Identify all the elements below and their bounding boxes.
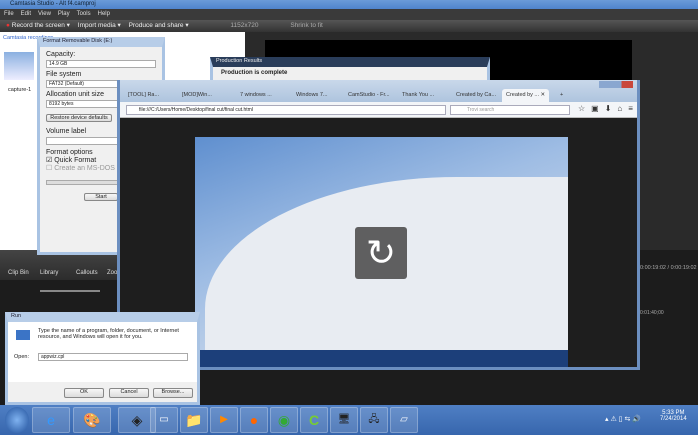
media-player-icon[interactable]: ▶: [210, 407, 238, 433]
capacity-select[interactable]: 14.9 GB: [46, 60, 156, 68]
display-icon[interactable]: 🖥: [330, 407, 358, 433]
menu-bar: File Edit View Play Tools Help: [0, 9, 698, 20]
canvas-size-dropdown[interactable]: 1152x720: [230, 22, 258, 29]
tab-7[interactable]: Created by Ca...: [456, 89, 496, 102]
search-placeholder: Trovi search: [467, 107, 495, 113]
video-frame[interactable]: ↻: [195, 137, 568, 367]
tab-library[interactable]: Library: [40, 270, 58, 276]
production-status: Production is complete: [221, 70, 288, 76]
window-title: Camtasia Studio - Alt f4.camproj: [10, 1, 96, 7]
start-button[interactable]: Start: [84, 193, 118, 201]
taskbar: e 🎨 ◈ ▭ 📁 ▶ ● ◉ C 🖥 🖧 ▱ ▴ ⚠ ▯ ⇆ 🔊 5:33 P…: [0, 405, 698, 435]
replay-icon[interactable]: ↻: [355, 227, 407, 279]
tab-active[interactable]: Created by ... ✕: [502, 89, 550, 102]
tab-5[interactable]: CamStudio - Fr...: [348, 89, 390, 102]
menu-edit[interactable]: Edit: [21, 11, 31, 17]
url-text: file:///C:/Users/Home/Desktop/final cut/…: [139, 107, 253, 113]
video-taskbar: [195, 350, 568, 367]
clock-date: 7/24/2014: [660, 416, 687, 422]
tab-callouts[interactable]: Callouts: [76, 270, 98, 276]
tab-3[interactable]: 7 windows ...: [240, 89, 272, 102]
cancel-button[interactable]: Cancel: [109, 388, 149, 398]
tab-6[interactable]: Thank You ...: [402, 89, 434, 102]
record-icon: ●: [6, 22, 10, 29]
menu-help[interactable]: Help: [98, 11, 110, 17]
url-bar[interactable]: file:///C:/Users/Home/Desktop/final cut/…: [126, 105, 446, 115]
network-icon[interactable]: 🖧: [360, 407, 388, 433]
internet-explorer-icon[interactable]: e: [32, 407, 70, 433]
clip-thumbnail[interactable]: [4, 52, 34, 80]
start-button[interactable]: [5, 407, 29, 433]
tab-strip: [TOOL] Ra... [MOD]Win... 7 windows ... W…: [120, 80, 637, 102]
open-label: Open:: [14, 354, 29, 360]
remote-desktop-icon[interactable]: ▭: [150, 407, 178, 433]
menu-play[interactable]: Play: [58, 11, 70, 17]
open-input[interactable]: appwiz.cpl: [38, 353, 188, 361]
camtasia-titlebar: Camtasia Studio - Alt f4.camproj: [0, 0, 698, 9]
menu-tools[interactable]: Tools: [77, 11, 91, 17]
new-tab-button[interactable]: +: [560, 89, 563, 102]
toolbar: ● Record the screen ▾ Import media ▾ Pro…: [0, 20, 698, 32]
dialog-title: Production Results: [216, 58, 263, 64]
toolbar-icons[interactable]: ☆▣⬇⌂≡: [578, 104, 639, 113]
run-icon: [16, 330, 30, 340]
record-button[interactable]: ● Record the screen ▾: [6, 22, 70, 29]
navigation-bar: file:///C:/Users/Home/Desktop/final cut/…: [120, 102, 637, 118]
produce-share-button[interactable]: Produce and share ▾: [129, 22, 189, 29]
capacity-label: Capacity:: [46, 51, 76, 58]
firefox-icon[interactable]: ●: [240, 407, 268, 433]
dialog-title: Run: [11, 313, 22, 319]
clock[interactable]: 5:33 PM 7/24/2014: [660, 410, 687, 422]
clip-name: capture-1: [8, 87, 32, 93]
tab-label: Created by ...: [506, 92, 540, 98]
zoom-slider[interactable]: [40, 290, 100, 292]
camtasia-icon[interactable]: C: [300, 407, 328, 433]
timeline-marker: 0:01:40;00: [640, 310, 664, 316]
paint-icon[interactable]: 🎨: [73, 407, 111, 433]
quick-format-label: Quick Format: [54, 157, 97, 164]
remote-app-icon[interactable]: ▱: [390, 407, 418, 433]
tab-2[interactable]: [MOD]Win...: [182, 89, 212, 102]
tab-4[interactable]: Windows 7...: [296, 89, 327, 102]
fs-label: File system: [46, 71, 82, 78]
chrome-icon[interactable]: ◉: [270, 407, 298, 433]
ok-button[interactable]: OK: [64, 388, 104, 398]
explorer-icon[interactable]: 📁: [180, 407, 208, 433]
import-media-button[interactable]: Import media ▾: [78, 22, 121, 29]
menu-file[interactable]: File: [4, 11, 14, 17]
menu-view[interactable]: View: [38, 11, 51, 17]
dialog-title: Format Removable Disk (E:): [43, 38, 113, 44]
system-tray[interactable]: ▴ ⚠ ▯ ⇆ 🔊: [605, 415, 641, 423]
browse-button[interactable]: Browse...: [153, 388, 193, 398]
run-description: Type the name of a program, folder, docu…: [38, 328, 179, 340]
restore-defaults-button[interactable]: Restore device defaults: [46, 114, 112, 122]
window-controls[interactable]: [599, 81, 633, 88]
run-dialog: Run Type the name of a program, folder, …: [5, 312, 200, 405]
search-box[interactable]: Trovi search: [450, 105, 570, 115]
tab-clip-bin[interactable]: Clip Bin: [8, 270, 29, 276]
zoom-dropdown[interactable]: Shrink to fit: [290, 22, 323, 29]
time-display: 0:00:19:02 / 0:00:19:02: [640, 265, 697, 271]
tab-1[interactable]: [TOOL] Ra...: [128, 89, 159, 102]
